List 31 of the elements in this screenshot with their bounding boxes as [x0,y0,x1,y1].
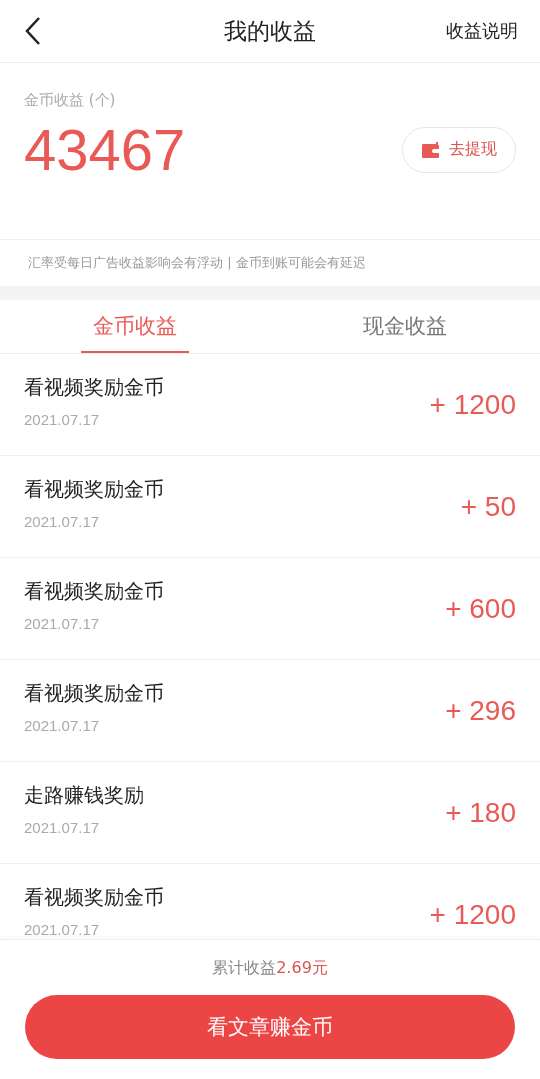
record-date: 2021.07.17 [24,512,101,530]
coin-amount: 43467 [24,116,186,183]
record-amount: + 1200 [429,388,516,421]
record-title: 看视频奖励金币 [24,883,164,911]
record-amount: + 600 [445,592,516,625]
record-title: 走路赚钱奖励 [24,781,144,809]
tab[interactable]: 现金收益 [270,300,540,353]
record-title: 看视频奖励金币 [24,475,164,503]
record-date: 2021.07.17 [24,614,101,632]
wallet-icon [421,140,441,159]
record-date: 2021.07.17 [24,410,101,428]
page-title: 我的收益 [224,16,316,46]
back-icon [24,16,42,46]
read-articles-button[interactable]: 看文章赚金币 [25,995,515,1059]
earnings-info-link[interactable]: 收益说明 [446,19,518,43]
record-amount: + 50 [460,490,516,523]
withdraw-button[interactable]: 去提现 [402,126,516,173]
record-title: 看视频奖励金币 [24,373,164,401]
record-date: 2021.07.17 [24,920,101,938]
record-date: 2021.07.17 [24,818,101,836]
record-title: 看视频奖励金币 [24,577,164,605]
record-title: 看视频奖励金币 [24,679,164,707]
record-date: 2021.07.17 [24,716,101,734]
back-button[interactable] [24,16,42,46]
tab[interactable]: 金币收益 [0,300,270,353]
coin-earnings-label: 金币收益 (个) [24,91,117,110]
record-amount: + 1200 [429,898,516,931]
record-amount: + 296 [445,694,516,727]
record-amount: + 180 [445,796,516,829]
total-earnings-label: 累计收益 [212,958,277,979]
total-earnings-value: 2.69元 [276,958,328,979]
